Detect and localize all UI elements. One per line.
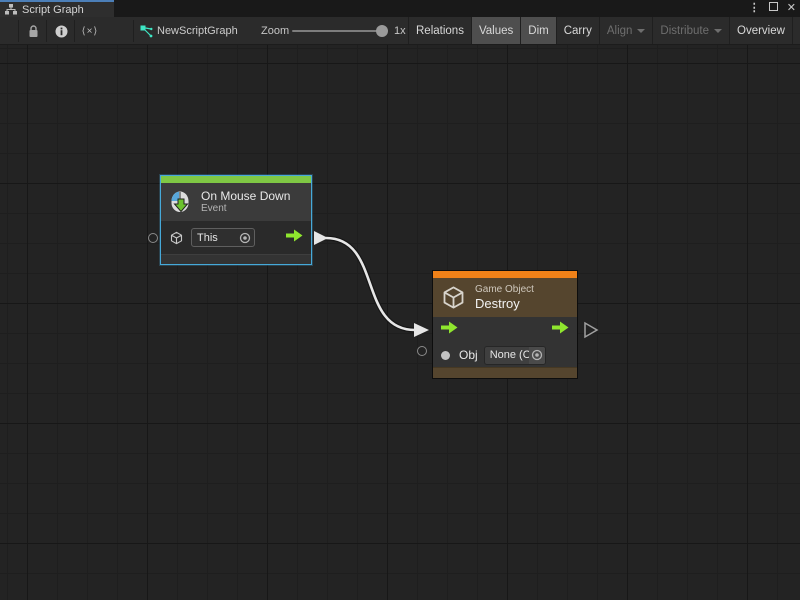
tab-label: Script Graph	[22, 4, 84, 16]
window-menu-icon[interactable]: ⋮	[749, 0, 760, 17]
distribute-dropdown[interactable]: Distribute	[652, 17, 729, 45]
tab-script-graph[interactable]: Script Graph	[0, 0, 114, 17]
node-destroy[interactable]: Game Object Destroy	[432, 270, 578, 379]
node-on-mouse-down[interactable]: On Mouse Down Event This	[160, 175, 312, 265]
dim-button[interactable]: Dim	[520, 17, 555, 45]
trigger-output-port[interactable]	[552, 321, 569, 339]
zoom-slider-track[interactable]	[292, 30, 386, 32]
trigger-input-port[interactable]	[441, 321, 458, 339]
connection-wire	[0, 45, 800, 600]
wire-start-arrowhead	[314, 231, 328, 245]
node-title: On Mouse Down	[201, 189, 290, 203]
node-title: Destroy	[475, 296, 534, 311]
overview-button[interactable]: Overview	[729, 17, 792, 45]
graph-toolbar: ⟨×⟩ NewScriptGraph Zoom 1x Relations Val…	[0, 17, 800, 45]
object-field[interactable]: None (O	[484, 346, 546, 365]
node-supertitle: Game Object	[475, 284, 534, 296]
graph-tab-icon	[5, 4, 17, 15]
chevron-down-icon	[714, 29, 722, 33]
node-header[interactable]: On Mouse Down Event	[161, 183, 311, 221]
toolbar-button-group: Relations Values Dim Carry Align Distrib…	[408, 17, 800, 45]
zoom-value: 1x	[394, 17, 406, 45]
values-button[interactable]: Values	[471, 17, 520, 45]
full-screen-button[interactable]: Full S	[792, 17, 800, 45]
lock-icon	[28, 25, 39, 38]
trigger-output-port[interactable]	[286, 229, 303, 247]
info-button[interactable]	[48, 17, 74, 45]
graph-canvas[interactable]: On Mouse Down Event This	[0, 45, 800, 600]
mouse-down-icon	[167, 189, 193, 215]
align-dropdown[interactable]: Align	[599, 17, 653, 45]
node-header[interactable]: Game Object Destroy	[433, 278, 577, 317]
maximize-icon[interactable]	[769, 0, 778, 17]
node-footer	[433, 367, 577, 378]
zoom-slider-handle[interactable]	[376, 25, 388, 37]
zoom-label: Zoom	[261, 17, 289, 45]
game-object-cube-icon	[169, 230, 184, 246]
chevron-down-icon	[637, 29, 645, 33]
node-accent-bar	[433, 271, 577, 278]
input-label: Obj	[459, 348, 478, 362]
value-input-port[interactable]	[441, 351, 450, 360]
close-icon[interactable]: ✕	[787, 0, 796, 17]
node-accent-bar	[161, 176, 311, 183]
object-picker-icon[interactable]	[239, 232, 251, 244]
script-graph-window: Script Graph ⋮ ✕ ⟨×⟩	[0, 0, 800, 600]
graph-name-label[interactable]: NewScriptGraph	[157, 17, 238, 45]
relations-button[interactable]: Relations	[408, 17, 471, 45]
object-picker-icon[interactable]	[529, 347, 544, 364]
unconnected-output-arrow	[585, 323, 597, 337]
node-footer	[161, 254, 311, 264]
info-icon	[55, 25, 68, 38]
window-controls: ⋮ ✕	[749, 0, 796, 17]
unconnected-input-port[interactable]	[148, 233, 158, 243]
unconnected-input-port[interactable]	[417, 346, 427, 356]
wire-end-arrowhead	[414, 323, 429, 337]
lock-button[interactable]	[20, 17, 46, 45]
carry-button[interactable]: Carry	[556, 17, 599, 45]
graph-asset-icon	[139, 17, 153, 45]
node-subtitle: Event	[201, 203, 290, 215]
tab-bar: Script Graph ⋮ ✕	[0, 0, 800, 17]
edit-source-button[interactable]: ⟨×⟩	[75, 17, 105, 45]
code-icon: ⟨×⟩	[82, 26, 99, 37]
target-field[interactable]: This	[191, 228, 255, 247]
game-object-cube-icon	[440, 284, 467, 311]
node-body: Obj None (O	[433, 317, 577, 367]
node-body: This	[161, 221, 311, 254]
